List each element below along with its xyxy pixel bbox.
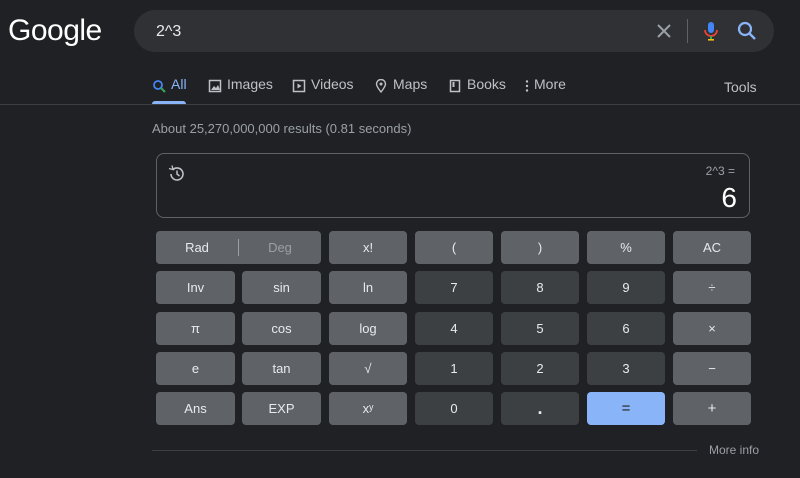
power-button[interactable]: xʸ bbox=[329, 392, 407, 425]
tab-label: Books bbox=[467, 76, 506, 92]
tab-label: Images bbox=[227, 76, 273, 92]
tab-more[interactable]: More bbox=[524, 76, 566, 104]
multiply-button[interactable]: × bbox=[673, 312, 751, 345]
angle-mode-toggle: Rad Deg bbox=[156, 231, 321, 264]
ln-button[interactable]: ln bbox=[329, 271, 407, 304]
history-icon[interactable] bbox=[167, 164, 187, 184]
search-divider bbox=[687, 19, 688, 43]
pi-button[interactable]: π bbox=[156, 312, 235, 345]
close-icon[interactable] bbox=[654, 21, 674, 41]
equals-button[interactable]: = bbox=[587, 392, 665, 425]
tab-label: More bbox=[534, 76, 566, 92]
sin-button[interactable]: sin bbox=[242, 271, 321, 304]
search-input[interactable] bbox=[154, 10, 638, 54]
play-icon bbox=[292, 79, 306, 93]
tab-maps[interactable]: Maps bbox=[374, 76, 427, 104]
deg-button[interactable]: Deg bbox=[239, 231, 321, 264]
digit-8-button[interactable]: 8 bbox=[501, 271, 579, 304]
log-button[interactable]: log bbox=[329, 312, 407, 345]
book-icon bbox=[449, 79, 461, 93]
inverse-button[interactable]: Inv bbox=[156, 271, 235, 304]
tools-button[interactable]: Tools bbox=[724, 79, 757, 95]
image-icon bbox=[208, 79, 222, 93]
digit-9-button[interactable]: 9 bbox=[587, 271, 665, 304]
digit-6-button[interactable]: 6 bbox=[587, 312, 665, 345]
minus-button[interactable]: − bbox=[673, 352, 751, 385]
factorial-button[interactable]: x! bbox=[329, 231, 407, 264]
search-bar bbox=[134, 10, 774, 54]
search-icon bbox=[153, 80, 166, 93]
all-clear-button[interactable]: AC bbox=[673, 231, 751, 264]
sqrt-button[interactable]: √ bbox=[329, 352, 407, 385]
digit-4-button[interactable]: 4 bbox=[415, 312, 493, 345]
tab-label: Videos bbox=[311, 76, 354, 92]
exp-button[interactable]: EXP bbox=[242, 392, 321, 425]
digit-3-button[interactable]: 3 bbox=[587, 352, 665, 385]
ans-button[interactable]: Ans bbox=[156, 392, 235, 425]
tab-label: Maps bbox=[393, 76, 428, 92]
microphone-icon[interactable] bbox=[700, 20, 722, 42]
more-vert-icon bbox=[525, 80, 529, 92]
tab-videos[interactable]: Videos bbox=[292, 76, 354, 104]
tab-all[interactable]: All bbox=[152, 76, 187, 104]
plus-button[interactable]: + bbox=[673, 392, 751, 425]
close-paren-button[interactable]: ) bbox=[501, 231, 579, 264]
result-stats: About 25,270,000,000 results (0.81 secon… bbox=[152, 121, 412, 136]
calculator-expression: 2^3 = bbox=[705, 164, 735, 178]
calculator-display: 2^3 = 6 bbox=[156, 153, 750, 218]
google-logo[interactable]: Google bbox=[8, 14, 102, 48]
tan-button[interactable]: tan bbox=[242, 352, 321, 385]
decimal-point-button[interactable]: . bbox=[501, 392, 579, 425]
cos-button[interactable]: cos bbox=[242, 312, 321, 345]
calculator-result: 6 bbox=[721, 182, 737, 213]
search-icon[interactable] bbox=[736, 20, 758, 42]
open-paren-button[interactable]: ( bbox=[415, 231, 493, 264]
tab-label: All bbox=[171, 76, 187, 92]
calculator-footer-divider bbox=[152, 450, 697, 451]
percent-button[interactable]: % bbox=[587, 231, 665, 264]
tab-images[interactable]: Images bbox=[208, 76, 273, 104]
digit-5-button[interactable]: 5 bbox=[501, 312, 579, 345]
digit-2-button[interactable]: 2 bbox=[501, 352, 579, 385]
divide-button[interactable]: ÷ bbox=[673, 271, 751, 304]
tab-books[interactable]: Books bbox=[448, 76, 506, 104]
e-button[interactable]: e bbox=[156, 352, 235, 385]
rad-button[interactable]: Rad bbox=[156, 231, 238, 264]
digit-0-button[interactable]: 0 bbox=[415, 392, 493, 425]
digit-1-button[interactable]: 1 bbox=[415, 352, 493, 385]
map-pin-icon bbox=[375, 79, 387, 93]
header-divider bbox=[0, 104, 800, 105]
digit-7-button[interactable]: 7 bbox=[415, 271, 493, 304]
more-info-link[interactable]: More info bbox=[709, 443, 759, 457]
